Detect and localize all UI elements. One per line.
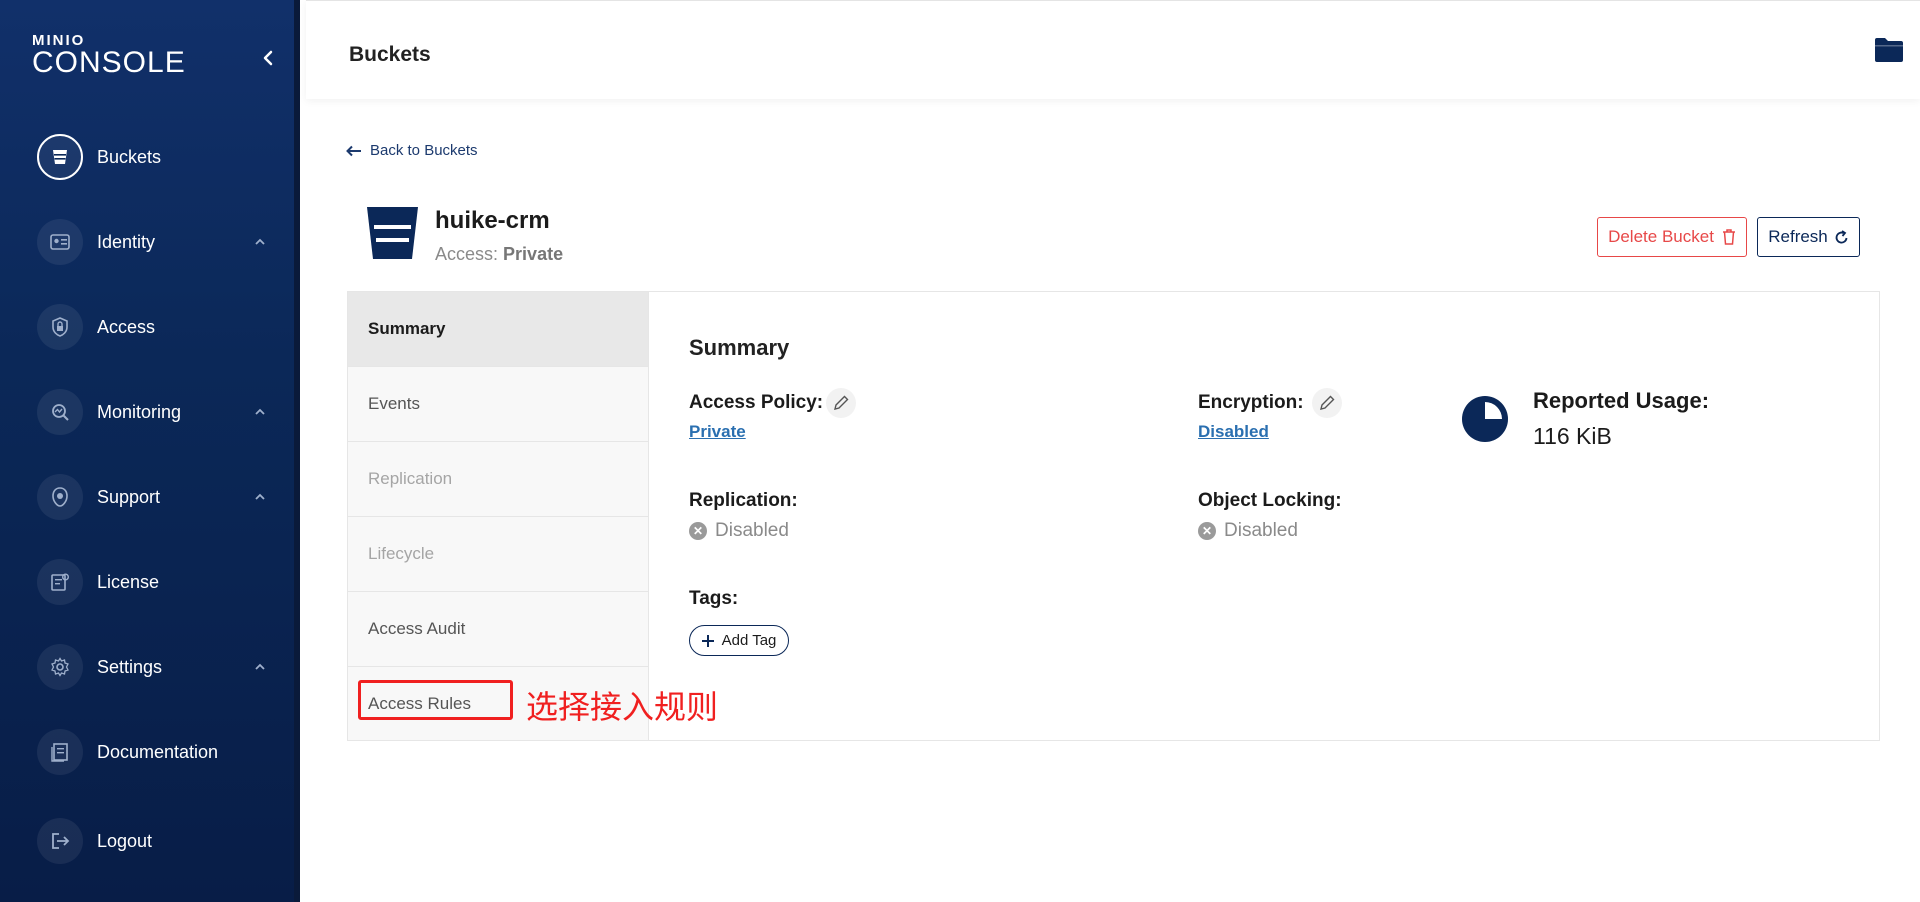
delete-bucket-label: Delete Bucket (1608, 227, 1714, 246)
bucket-icon (37, 134, 83, 180)
sidebar-item-label: Identity (97, 231, 156, 252)
replication-status: ✕ Disabled (689, 520, 789, 542)
sidebar-item-label: Logout (97, 830, 153, 851)
object-locking-value: Disabled (1224, 520, 1298, 541)
tab-access-audit[interactable]: Access Audit (348, 592, 648, 667)
add-tag-button[interactable]: Add Tag (689, 625, 789, 656)
access-value: Private (503, 244, 564, 264)
summary-heading: Summary (689, 335, 790, 360)
tab-label: Lifecycle (368, 544, 435, 563)
access-policy-value-link[interactable]: Private (689, 422, 746, 442)
bucket-name: huike-crm (435, 207, 550, 234)
sidebar-item-logout[interactable]: Logout (0, 811, 294, 871)
logo-bottom-text: CONSOLE (32, 46, 186, 79)
refresh-label: Refresh (1768, 227, 1828, 246)
add-tag-label: Add Tag (721, 632, 777, 649)
tab-summary[interactable]: Summary (348, 292, 648, 367)
x-circle-icon: ✕ (1198, 522, 1216, 540)
shield-lock-icon (37, 304, 83, 350)
access-policy-label: Access Policy: (689, 392, 824, 413)
refresh-button[interactable]: Refresh (1757, 217, 1860, 257)
x-circle-icon: ✕ (689, 522, 707, 540)
edit-access-policy-button[interactable] (826, 388, 856, 418)
sidebar-item-label: Access (97, 316, 156, 337)
trash-icon (1722, 229, 1735, 245)
folder-icon[interactable] (1874, 37, 1904, 63)
tab-replication[interactable]: Replication (348, 442, 648, 517)
id-card-icon (37, 219, 83, 265)
tab-label: Replication (368, 469, 453, 488)
tags-label: Tags: (689, 588, 739, 609)
replication-label: Replication: (689, 490, 798, 511)
sidebar-item-monitoring[interactable]: Monitoring (0, 382, 294, 442)
chevron-up-icon (255, 238, 265, 245)
sidebar-item-support[interactable]: Support (0, 467, 294, 527)
sidebar-item-label: Documentation (97, 741, 219, 762)
edit-encryption-button[interactable] (1312, 388, 1342, 418)
sidebar-item-license[interactable]: License (0, 552, 294, 612)
bucket-large-icon (365, 205, 420, 261)
object-locking-status: ✕ Disabled (1198, 520, 1298, 542)
support-icon (37, 474, 83, 520)
sidebar-item-label: Monitoring (97, 401, 182, 422)
delete-bucket-button[interactable]: Delete Bucket (1597, 217, 1747, 257)
back-link-label: Back to Buckets (370, 142, 478, 159)
reported-usage-label: Reported Usage: (1533, 388, 1710, 413)
sidebar-item-label: License (97, 571, 160, 592)
annotation-highlight-box (358, 680, 513, 720)
plus-icon (701, 634, 714, 647)
sidebar-item-label: Support (97, 486, 161, 507)
usage-pie-icon (1462, 396, 1508, 442)
object-locking-label: Object Locking: (1198, 490, 1342, 511)
page-title: Buckets (349, 43, 431, 66)
back-to-buckets-link[interactable]: Back to Buckets (346, 142, 478, 159)
sidebar-item-documentation[interactable]: Documentation (0, 722, 294, 782)
tab-lifecycle[interactable]: Lifecycle (348, 517, 648, 592)
sidebar-item-label: Buckets (97, 146, 162, 167)
sidebar-item-access[interactable]: Access (0, 297, 294, 357)
arrow-left-icon (346, 145, 361, 156)
annotation-text: 选择接入规则 (526, 688, 719, 726)
bucket-details-panel: Summary Events Replication Lifecycle Acc… (347, 291, 1880, 741)
encryption-value-link[interactable]: Disabled (1198, 422, 1269, 442)
top-header: Buckets (306, 0, 1920, 99)
access-prefix: Access: (435, 244, 499, 264)
tab-label: Access Audit (368, 619, 466, 638)
pencil-icon (1320, 395, 1335, 410)
tab-label: Summary (368, 319, 446, 338)
sidebar: MINIO CONSOLE Buckets Identity Access Mo… (0, 0, 300, 902)
bucket-access: Access: Private (435, 244, 563, 265)
tab-events[interactable]: Events (348, 367, 648, 442)
encryption-label: Encryption: (1198, 392, 1304, 413)
logout-icon (37, 818, 83, 864)
sidebar-item-settings[interactable]: Settings (0, 637, 294, 697)
docs-icon (37, 729, 83, 775)
reported-usage-value: 116 KiB (1533, 423, 1612, 449)
license-icon (37, 559, 83, 605)
bucket-tabs: Summary Events Replication Lifecycle Acc… (348, 292, 649, 740)
refresh-icon (1835, 229, 1848, 243)
chevron-up-icon (255, 493, 265, 500)
chevron-up-icon (255, 408, 265, 415)
chevron-up-icon (255, 663, 265, 670)
sidebar-item-label: Settings (97, 656, 163, 677)
tab-label: Events (368, 394, 420, 413)
sidebar-item-buckets[interactable]: Buckets (0, 127, 294, 187)
sidebar-item-identity[interactable]: Identity (0, 212, 294, 272)
collapse-sidebar-icon[interactable] (258, 48, 278, 68)
minio-console-logo[interactable]: MINIO CONSOLE (32, 33, 186, 79)
gear-icon (37, 644, 83, 690)
monitor-search-icon (37, 389, 83, 435)
replication-value: Disabled (715, 520, 789, 541)
pencil-icon (834, 395, 849, 410)
